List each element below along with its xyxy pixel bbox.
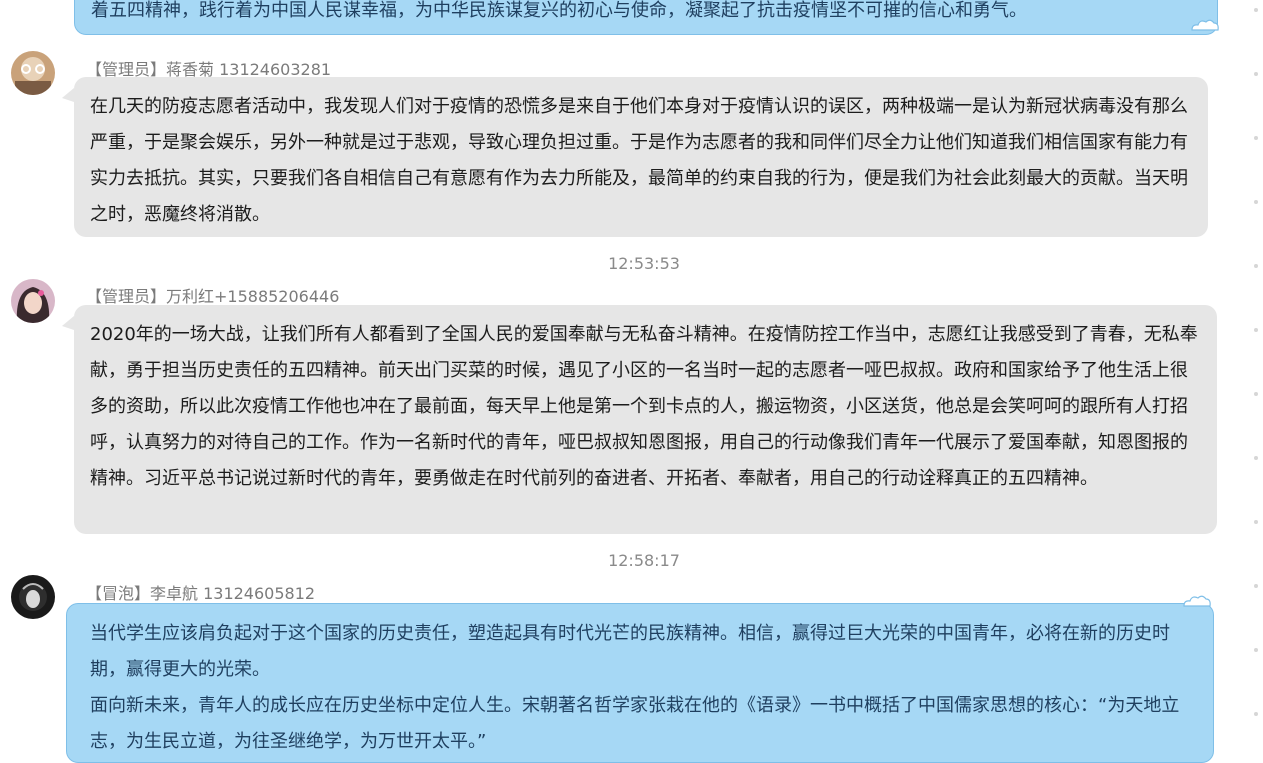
- message-paragraph: 面向新未来，青年人的成长应在历史坐标中定位人生。宋朝著名哲学家张栽在他的《语录》…: [90, 695, 1180, 752]
- message-text: 在几天的防疫志愿者活动中，我发现人们对于疫情的恐慌多是来自于他们本身对于疫情认识…: [90, 96, 1188, 225]
- message-paragraph: 当代学生应该肩负起对于这个国家的历史责任，塑造起具有时代光芒的民族精神。相信，赢…: [90, 623, 1170, 680]
- timestamp: 12:53:53: [608, 254, 680, 273]
- avatar[interactable]: [11, 51, 55, 95]
- message-text: 2020年的一场大战，让我们所有人都看到了全国人民的爱国奉献与无私奋斗精神。在疫…: [90, 324, 1198, 489]
- cloud-decoration-icon: [1191, 19, 1219, 31]
- scroll-track[interactable]: [1249, 0, 1263, 744]
- timestamp: 12:58:17: [608, 551, 680, 570]
- sender-name: 【管理员】万利红+15885206446: [86, 287, 340, 306]
- bubble-tail: [62, 316, 74, 330]
- message-bubble-2: 2020年的一场大战，让我们所有人都看到了全国人民的爱国奉献与无私奋斗精神。在疫…: [74, 305, 1217, 534]
- message-bubble-0: 着五四精神，践行着为中国人民谋幸福，为中华民族谋复兴的初心与使命，凝聚起了抗击疫…: [74, 0, 1218, 35]
- avatar[interactable]: [11, 575, 55, 619]
- message-text: 着五四精神，践行着为中国人民谋幸福，为中华民族谋复兴的初心与使命，凝聚起了抗击疫…: [91, 0, 1027, 21]
- bubble-tail: [62, 88, 74, 102]
- message-bubble-3: 当代学生应该肩负起对于这个国家的历史责任，塑造起具有时代光芒的民族精神。相信，赢…: [66, 603, 1214, 763]
- sender-name: 【冒泡】李卓航 13124605812: [86, 584, 316, 603]
- cloud-decoration-icon: [1183, 595, 1211, 607]
- message-bubble-1: 在几天的防疫志愿者活动中，我发现人们对于疫情的恐慌多是来自于他们本身对于疫情认识…: [74, 77, 1208, 237]
- avatar[interactable]: [11, 279, 55, 323]
